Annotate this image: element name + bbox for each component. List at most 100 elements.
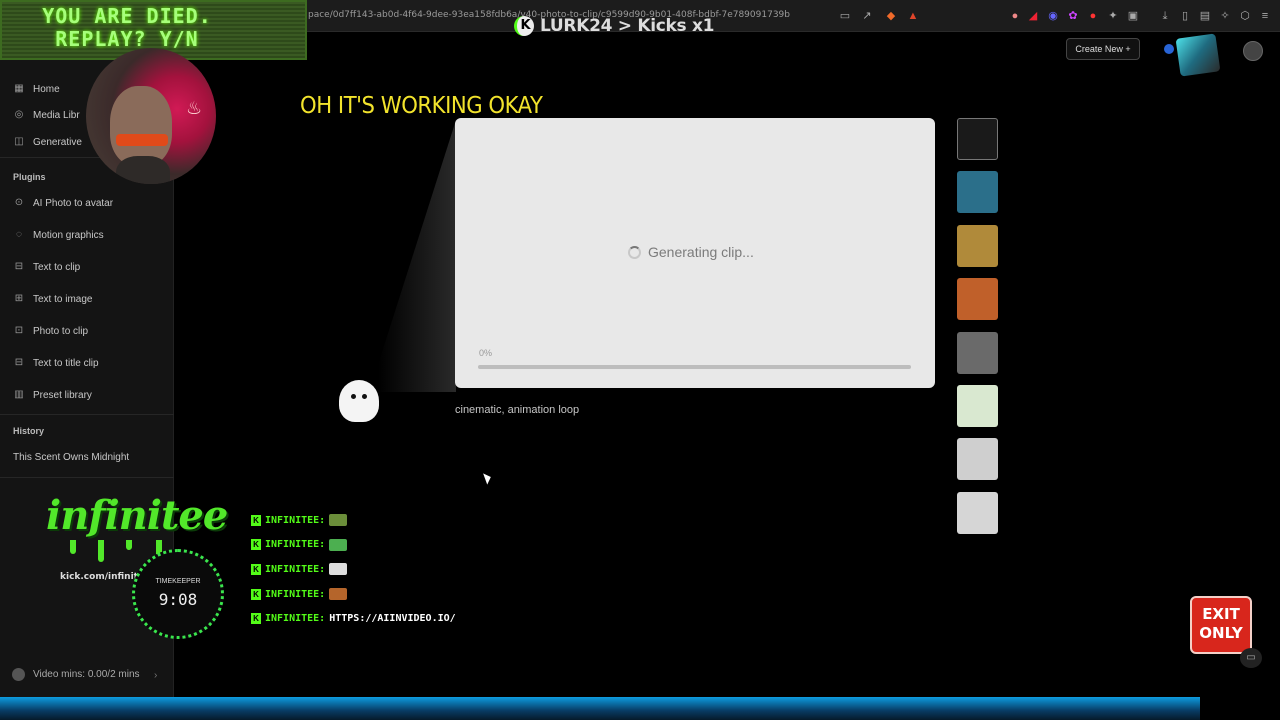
sidebar-divider — [0, 414, 174, 415]
clip-thumbnail[interactable] — [957, 278, 998, 321]
mouse-cursor — [483, 471, 493, 485]
share-icon[interactable]: ↗ — [860, 9, 874, 23]
plugins-heading: Plugins — [13, 172, 46, 182]
kick-badge-icon: K — [251, 613, 261, 625]
headline-caption: OH IT'S WORKING OKAY — [300, 93, 543, 119]
streamer-beard — [116, 156, 170, 184]
brave-shield-icon[interactable]: ◆ — [884, 9, 898, 23]
avatar-plugin-icon: ⊙ — [14, 197, 24, 208]
spinner-icon — [628, 245, 641, 259]
chat-message: K INFINITEE: — [251, 587, 348, 601]
chat-username: INFINITEE: — [265, 514, 326, 526]
sidebar-item-label: Motion graphics — [33, 229, 104, 241]
logo-drip — [98, 540, 104, 562]
history-heading: History — [13, 426, 45, 436]
kick-badge-icon: K — [251, 588, 261, 600]
logo-drip — [70, 540, 76, 554]
puzzle-icon[interactable]: ✦ — [1106, 9, 1120, 23]
chat-message: K INFINITEE: — [251, 538, 348, 552]
cast-icon[interactable]: ▭ — [838, 9, 852, 23]
menu-icon[interactable]: ≡ — [1258, 9, 1272, 23]
logo-drip — [126, 540, 132, 550]
history-item[interactable]: This Scent Owns Midnight — [13, 449, 129, 465]
card-shadow — [378, 120, 456, 392]
timekeeper-time: 9:08 — [158, 590, 198, 609]
progress-percent: 0% — [479, 348, 493, 358]
sidebar-plugin-text-to-clip[interactable]: ⊟ Text to clip — [13, 259, 80, 275]
sidebar-toggle-icon[interactable]: ▯ — [1178, 9, 1192, 23]
kick-alert-banner: K LURK24 > Kicks x1 — [514, 16, 714, 36]
sidebar-plugin-text-to-title-clip[interactable]: ⊟ Text to title clip — [13, 355, 99, 371]
sidebar-item-home[interactable]: ▦ Home — [13, 81, 59, 97]
sidebar-item-generative[interactable]: ◫ Generative — [13, 134, 82, 150]
exit-only-sign: EXIT ONLY — [1190, 596, 1252, 654]
chat-message: K INFINITEE: — [251, 513, 348, 527]
sidebar-item-label: Text to title clip — [33, 357, 99, 369]
kick-logo-icon: K — [514, 16, 534, 36]
chat-message: K INFINITEE: — [251, 562, 348, 576]
vpn-icon[interactable]: ⬡ — [1238, 9, 1252, 23]
streamer-head — [110, 86, 172, 166]
died-text: YOU ARE DIED. REPLAY? Y/N — [42, 4, 212, 51]
chat-username: INFINITEE: — [265, 613, 326, 625]
chat-text: HTTPS://AIINVIDEO.IO/ — [329, 613, 456, 625]
stream-bottom-strip — [0, 697, 1200, 720]
sidebar-item-label: Generative — [33, 136, 82, 148]
sidebar-plugin-photo-to-clip[interactable]: ⊡ Photo to clip — [13, 323, 88, 339]
infinitee-logo: infinitee — [46, 492, 228, 539]
clip-thumbnail[interactable] — [957, 438, 998, 481]
sidebar-divider — [0, 477, 174, 478]
sidebar-item-label: Photo to clip — [33, 325, 89, 337]
clip-thumbnail[interactable] — [957, 224, 998, 267]
user-avatar[interactable] — [1243, 41, 1263, 61]
extension-icon[interactable]: ✿ — [1066, 9, 1080, 23]
motion-icon: ◌ — [16, 229, 22, 240]
webcam-overlay: ♨ — [86, 48, 216, 184]
progress-bar — [478, 365, 911, 369]
leo-icon[interactable]: ✧ — [1218, 9, 1232, 23]
prompt-text: cinematic, animation loop — [455, 404, 580, 416]
ghost-icon — [339, 380, 379, 422]
usage-ring-icon — [12, 668, 25, 681]
timekeeper-widget: TIMEKEEPER 9:08 — [132, 549, 224, 639]
chevron-right-icon[interactable]: › — [154, 670, 157, 681]
screenshot-icon[interactable]: ▣ — [1126, 9, 1140, 23]
sidebar-plugin-motion-graphics[interactable]: ◌ Motion graphics — [13, 227, 104, 243]
download-icon[interactable]: ⤓ — [1158, 9, 1172, 23]
rewards-icon[interactable]: ▲ — [906, 9, 920, 23]
generating-status: Generating clip... — [628, 244, 754, 260]
library-icon: ▥ — [14, 389, 24, 400]
chat-message: K INFINITEE: HTTPS://AIINVIDEO.IO/ — [251, 612, 456, 626]
clip-thumbnail[interactable] — [957, 491, 998, 534]
clip-thumbnail[interactable] — [957, 385, 998, 427]
sidebar-plugin-ai-photo-to-avatar[interactable]: ⊙ AI Photo to avatar — [13, 195, 113, 211]
clip-thumbnail[interactable] — [957, 171, 998, 214]
extension-icon[interactable]: ◉ — [1046, 9, 1060, 23]
sidebar-plugin-preset-library[interactable]: ▥ Preset library — [13, 387, 92, 403]
extension-icon[interactable]: ◢ — [1026, 9, 1040, 23]
create-new-button[interactable]: Create New + — [1066, 38, 1140, 60]
chat-username: INFINITEE: — [265, 588, 326, 600]
screen: pace/0d7ff143-ab0d-4f64-9dee-93ea158fdb6… — [0, 0, 1280, 720]
sidebar-item-label: Preset library — [33, 389, 92, 401]
clip-thumbnail[interactable] — [957, 118, 998, 160]
emote-icon — [329, 538, 348, 551]
sidebar-item-label: Text to image — [33, 293, 93, 305]
video-mins-usage[interactable]: Video mins: 0.00/2 mins — [12, 668, 140, 681]
sidebar-plugin-text-to-image[interactable]: ⊞ Text to image — [13, 291, 93, 307]
chat-bubble-icon[interactable]: ▭ — [1240, 648, 1262, 668]
media-icon: ◎ — [14, 109, 24, 120]
sidebar-item-label: Media Libr — [33, 109, 80, 121]
status-dot — [1164, 44, 1174, 54]
sidebar-item-media-libr[interactable]: ◎ Media Libr — [13, 107, 80, 123]
extension-icon[interactable]: ● — [1008, 9, 1022, 23]
emote-icon — [329, 514, 348, 526]
text-clip-icon: ⊟ — [14, 261, 24, 272]
wallet-icon[interactable]: ▤ — [1198, 9, 1212, 23]
clip-thumbnail[interactable] — [957, 331, 998, 374]
cube-logo-overlay — [1175, 33, 1221, 77]
extension-icon[interactable]: ● — [1086, 9, 1100, 23]
grid-icon: ▦ — [14, 83, 24, 94]
generative-icon: ◫ — [14, 136, 24, 147]
flame-icon: ♨ — [186, 98, 203, 118]
